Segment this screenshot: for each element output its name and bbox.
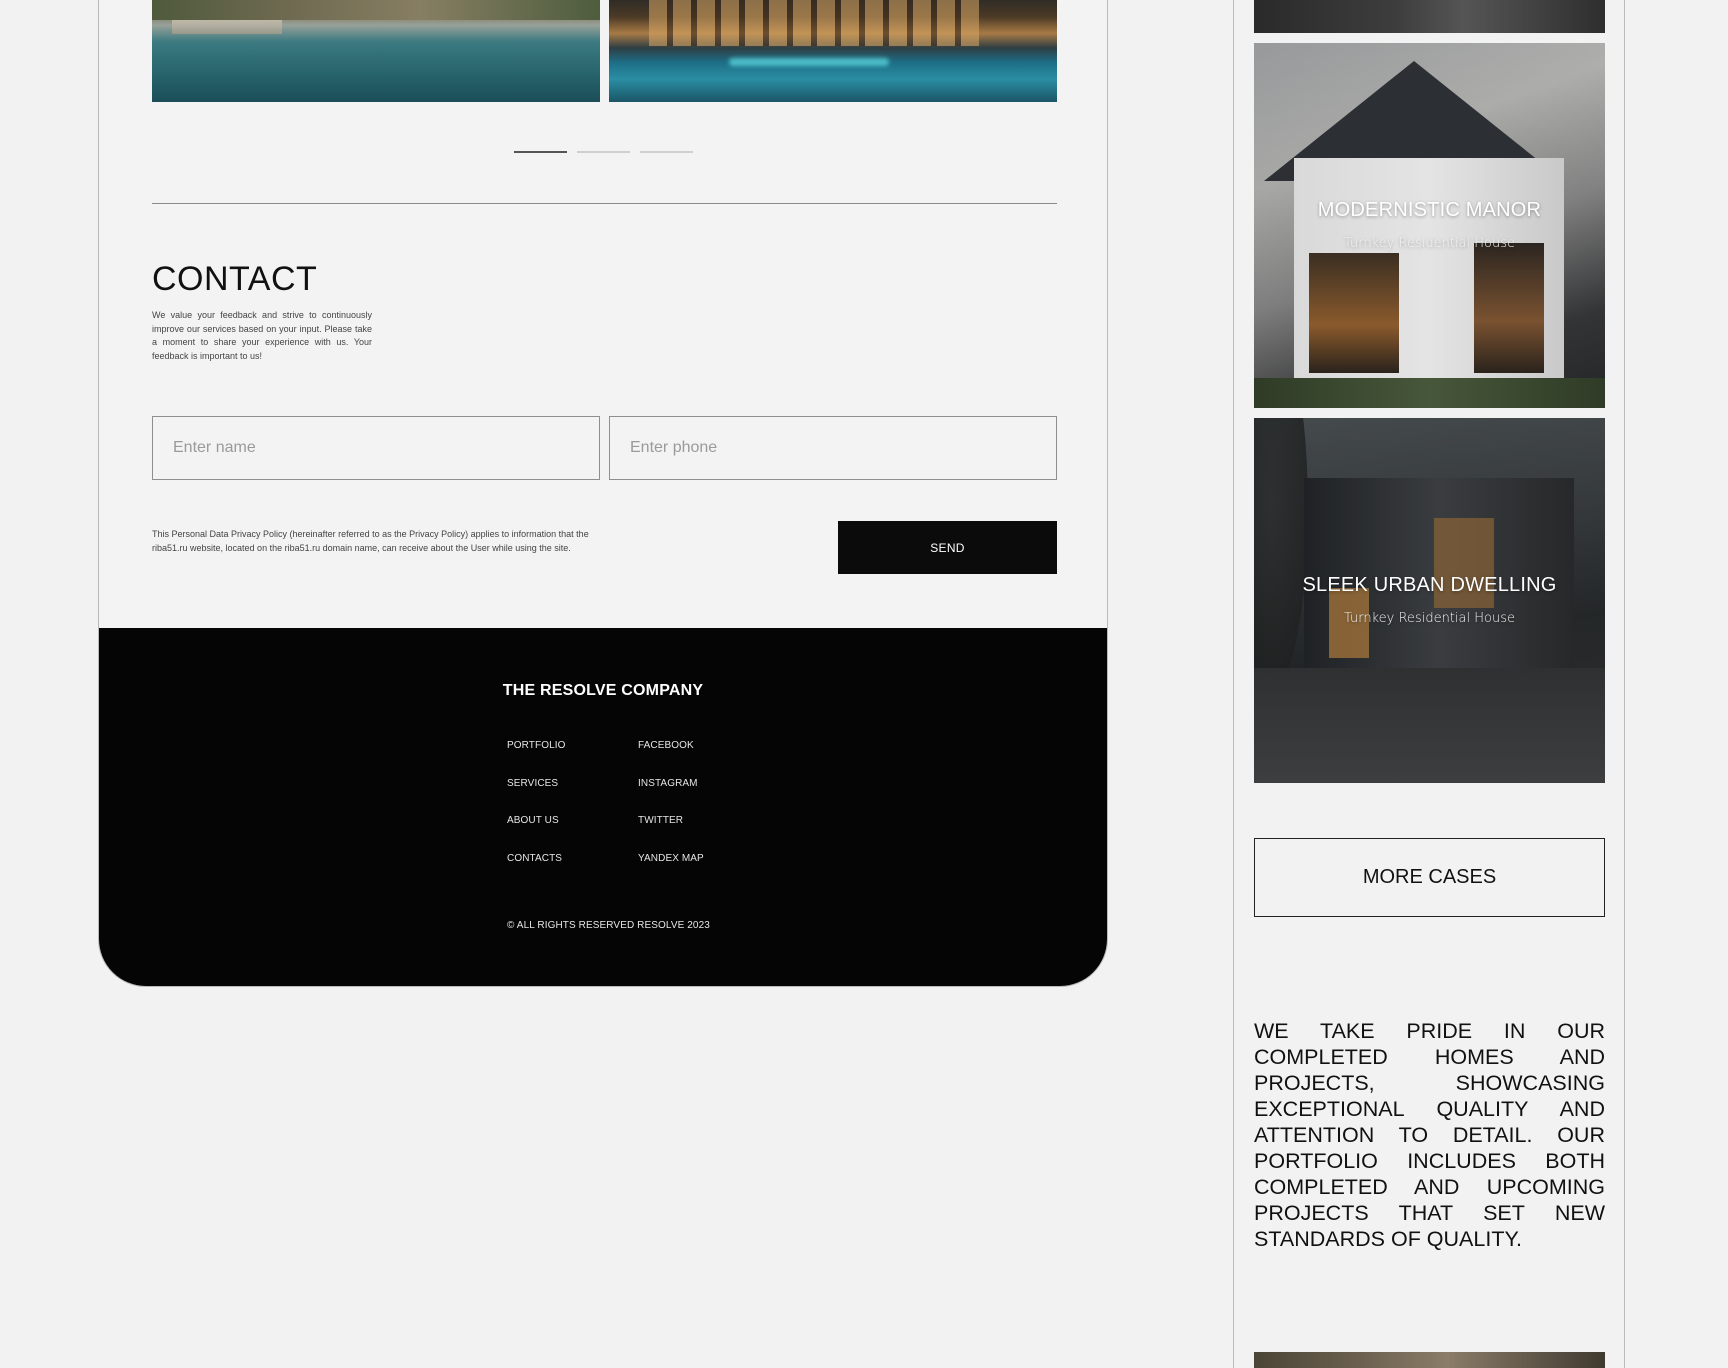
gallery-image-pool[interactable] [152,0,600,102]
footer-social: FACEBOOK INSTAGRAM TWITTER YANDEX MAP [638,740,704,890]
case-image-partial-bottom[interactable] [1254,1352,1605,1368]
slider-dot-1[interactable] [514,151,567,153]
case-image-partial-top[interactable] [1254,0,1605,33]
footer-link-contacts[interactable]: CONTACTS [507,853,566,865]
footer: THE RESOLVE COMPANY PORTFOLIO SERVICES A… [99,628,1107,986]
footer-link-services[interactable]: SERVICES [507,778,566,790]
footer-nav: PORTFOLIO SERVICES ABOUT US CONTACTS [507,740,566,890]
cases-panel: MODERNISTIC MANOR Turnkey Residential Ho… [1233,0,1625,1368]
slider-pagination [514,151,693,153]
main-panel: CONTACT We value your feedback and striv… [98,0,1108,987]
footer-brand: THE RESOLVE COMPANY [502,682,704,699]
footer-link-about-us[interactable]: ABOUT US [507,815,566,827]
gallery-image-villa[interactable] [609,0,1057,102]
copyright: © ALL RIGHTS RESERVED RESOLVE 2023 [507,920,710,931]
case-subtitle: Turnkey Residential House [1344,236,1515,251]
footer-link-portfolio[interactable]: PORTFOLIO [507,740,566,752]
lawn-shape [1254,378,1605,408]
send-button[interactable]: SEND [838,521,1057,574]
house-window-shape [1474,243,1544,373]
case-card-sleek-urban-dwelling[interactable]: SLEEK URBAN DWELLING Turnkey Residential… [1254,418,1605,783]
slider-dot-2[interactable] [577,151,630,153]
case-title: MODERNISTIC MANOR [1317,199,1542,221]
contact-title: CONTACT [152,260,318,298]
name-input[interactable] [152,416,600,480]
footer-link-facebook[interactable]: FACEBOOK [638,740,704,752]
slider-dot-3[interactable] [640,151,693,153]
case-subtitle: Turnkey Residential House [1344,611,1515,626]
driveway-shape [1254,668,1605,783]
section-divider [152,203,1057,204]
case-title: SLEEK URBAN DWELLING [1302,574,1557,596]
house-window-shape [1309,253,1399,373]
phone-input[interactable] [609,416,1057,480]
footer-link-twitter[interactable]: TWITTER [638,815,704,827]
pride-statement: We take pride in our completed homes and… [1254,1019,1605,1251]
case-card-modernistic-manor[interactable]: MODERNISTIC MANOR Turnkey Residential Ho… [1254,43,1605,408]
footer-link-yandex-map[interactable]: YANDEX MAP [638,853,704,865]
privacy-policy-text: This Personal Data Privacy Policy (herei… [152,529,589,553]
more-cases-button[interactable]: MORE CASES [1254,838,1605,917]
footer-link-instagram[interactable]: INSTAGRAM [638,778,704,790]
contact-description: We value your feedback and strive to con… [152,310,372,361]
